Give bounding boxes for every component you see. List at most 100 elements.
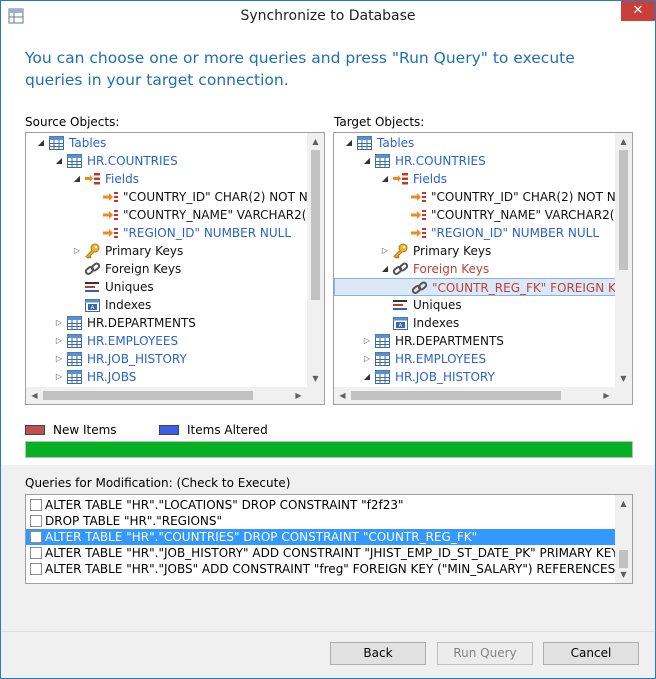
collapse-arrow-icon[interactable]: ◢ (344, 134, 354, 152)
query-row[interactable]: ALTER TABLE "HR"."JOB_HISTORY" ADD CONST… (26, 545, 615, 561)
tree-item[interactable]: Foreign Keys (26, 260, 307, 278)
scroll-left-icon[interactable]: ◀ (334, 387, 351, 404)
tree-item-label: HR.DEPARTMENTS (395, 334, 504, 348)
collapse-arrow-icon[interactable]: ◢ (380, 260, 390, 278)
table-icon (374, 351, 391, 367)
tree-item-label: HR.COUNTRIES (87, 154, 178, 168)
tree-item[interactable]: A Indexes (26, 296, 307, 314)
expand-arrow-icon[interactable]: ▷ (380, 242, 390, 260)
tree-item-label: Tables (377, 136, 415, 150)
tree-item[interactable]: "COUNTRY_NAME" VARCHAR2(40) (334, 206, 615, 224)
tree-item-label: Indexes (413, 316, 460, 330)
query-row[interactable]: ALTER TABLE "HR"."JOBS" ADD CONSTRAINT "… (26, 561, 615, 577)
source-tree[interactable]: ◢ Tables ◢ HR.COUNTRIES ◢ Fields "COUNTRY_ID" … (25, 132, 325, 405)
query-checkbox[interactable] (30, 531, 42, 543)
query-checkbox[interactable] (30, 515, 42, 527)
source-horizontal-scrollbar[interactable]: ◀ ▶ (26, 387, 307, 404)
scroll-down-icon[interactable]: ▼ (615, 566, 632, 583)
tree-item[interactable]: "COUNTRY_ID" CHAR(2) NOT NULL (26, 188, 307, 206)
expand-arrow-icon[interactable]: ▷ (54, 350, 64, 368)
tree-item[interactable]: ▷ HR.EMPLOYEES (334, 350, 615, 368)
tree-item-label: HR.DEPARTMENTS (87, 316, 196, 330)
source-vertical-scrollbar[interactable]: ▲ ▼ (307, 133, 324, 387)
tree-item[interactable]: ▷ HR.JOB_HISTORY (26, 350, 307, 368)
query-checkbox[interactable] (30, 499, 42, 511)
collapse-arrow-icon[interactable]: ◢ (362, 152, 372, 170)
field-icon (410, 189, 427, 205)
query-rows: ALTER TABLE "HR"."LOCATIONS" DROP CONSTR… (26, 495, 615, 583)
collapse-arrow-icon[interactable]: ◢ (36, 134, 46, 152)
tree-item[interactable]: A Indexes (334, 314, 615, 332)
scroll-thumb[interactable] (311, 150, 320, 300)
query-row[interactable]: DROP TABLE "HR"."REGIONS" (26, 513, 615, 529)
tree-item[interactable]: ▷ HR.DEPARTMENTS (334, 332, 615, 350)
collapse-arrow-icon[interactable]: ◢ (380, 170, 390, 188)
main-content: You can choose one or more queries and p… (1, 31, 655, 461)
expand-arrow-icon[interactable]: ▷ (54, 314, 64, 332)
tree-item[interactable]: "COUNTRY_NAME" VARCHAR2(40) (26, 206, 307, 224)
tree-item[interactable]: ◢ Fields (26, 170, 307, 188)
expand-arrow-icon[interactable]: ▷ (54, 368, 64, 386)
scroll-right-icon[interactable]: ▶ (290, 387, 307, 404)
run-query-button[interactable]: Run Query (437, 642, 533, 665)
scroll-thumb[interactable] (619, 150, 628, 270)
close-button[interactable]: ✕ (621, 1, 655, 21)
expand-arrow-icon[interactable]: ▷ (54, 332, 64, 350)
query-list[interactable]: ALTER TABLE "HR"."LOCATIONS" DROP CONSTR… (25, 494, 633, 584)
scroll-left-icon[interactable]: ◀ (26, 387, 43, 404)
expand-arrow-icon[interactable]: ▷ (72, 242, 82, 260)
cancel-button[interactable]: Cancel (543, 642, 639, 665)
target-tree[interactable]: ◢ Tables ◢ HR.COUNTRIES ◢ Fields "COUNTRY_ID" … (333, 132, 633, 405)
tree-item[interactable]: Uniques (26, 278, 307, 296)
query-row[interactable]: ALTER TABLE "HR"."LOCATIONS" DROP CONSTR… (26, 497, 615, 513)
tree-item-label: Fields (105, 172, 139, 186)
expand-arrow-icon[interactable]: ▷ (362, 332, 372, 350)
scroll-up-icon[interactable]: ▲ (615, 495, 632, 512)
tree-item-label: Uniques (413, 298, 462, 312)
tree-item[interactable]: ▷ HR.EMPLOYEES (26, 332, 307, 350)
tree-item[interactable]: ◢ HR.JOB_HISTORY (334, 368, 615, 386)
scroll-up-icon[interactable]: ▲ (615, 133, 632, 150)
scroll-thumb[interactable] (351, 391, 561, 400)
tree-item[interactable]: "COUNTR_REG_FK" FOREIGN KEY ( (334, 278, 615, 296)
query-vertical-scrollbar[interactable]: ▲ ▼ (615, 495, 632, 583)
tree-item[interactable]: ◢ HR.COUNTRIES (334, 152, 615, 170)
scroll-down-icon[interactable]: ▼ (615, 370, 632, 387)
tree-item[interactable]: "COUNTRY_ID" CHAR(2) NOT NULL (334, 188, 615, 206)
back-button[interactable]: Back (330, 642, 426, 665)
tree-item-label: HR.JOB_HISTORY (395, 370, 495, 384)
expand-arrow-icon[interactable]: ▷ (362, 350, 372, 368)
items-altered-label: Items Altered (187, 423, 268, 437)
collapse-arrow-icon[interactable]: ◢ (72, 170, 82, 188)
svg-text:A: A (91, 305, 95, 311)
tree-item[interactable]: ◢ Tables (26, 134, 307, 152)
fields-icon (84, 171, 101, 187)
tree-item[interactable]: Uniques (334, 296, 615, 314)
query-row[interactable]: ALTER TABLE "HR"."COUNTRIES" DROP CONSTR… (26, 529, 615, 545)
tree-item-label: Uniques (105, 280, 154, 294)
tree-item[interactable]: ◢ Tables (334, 134, 615, 152)
scroll-down-icon[interactable]: ▼ (307, 370, 324, 387)
query-checkbox[interactable] (30, 547, 42, 559)
source-tree-rows: ◢ Tables ◢ HR.COUNTRIES ◢ Fields "COUNTRY_ID" … (26, 133, 307, 387)
tree-item[interactable]: ▷ Primary Keys (334, 242, 615, 260)
target-horizontal-scrollbar[interactable]: ◀ ▶ (334, 387, 615, 404)
tree-item[interactable]: ◢ Fields (334, 170, 615, 188)
tree-item[interactable]: "REGION_ID" NUMBER NULL (26, 224, 307, 242)
tree-item[interactable]: ▷ HR.DEPARTMENTS (26, 314, 307, 332)
tree-item[interactable]: ▷ HR.JOBS (26, 368, 307, 386)
collapse-arrow-icon[interactable]: ◢ (54, 152, 64, 170)
tree-item[interactable]: ◢ HR.COUNTRIES (26, 152, 307, 170)
scroll-right-icon[interactable]: ▶ (598, 387, 615, 404)
query-checkbox[interactable] (30, 563, 42, 575)
tree-item[interactable]: ▷ Primary Keys (26, 242, 307, 260)
tree-item[interactable]: ◢ Foreign Keys (334, 260, 615, 278)
queries-section: Queries for Modification: (Check to Exec… (1, 465, 655, 631)
target-vertical-scrollbar[interactable]: ▲ ▼ (615, 133, 632, 387)
key-icon (84, 243, 101, 259)
queries-label: Queries for Modification: (Check to Exec… (25, 476, 291, 490)
scroll-thumb[interactable] (43, 391, 253, 400)
collapse-arrow-icon[interactable]: ◢ (362, 368, 372, 386)
tree-item[interactable]: "REGION_ID" NUMBER NULL (334, 224, 615, 242)
scroll-up-icon[interactable]: ▲ (307, 133, 324, 150)
